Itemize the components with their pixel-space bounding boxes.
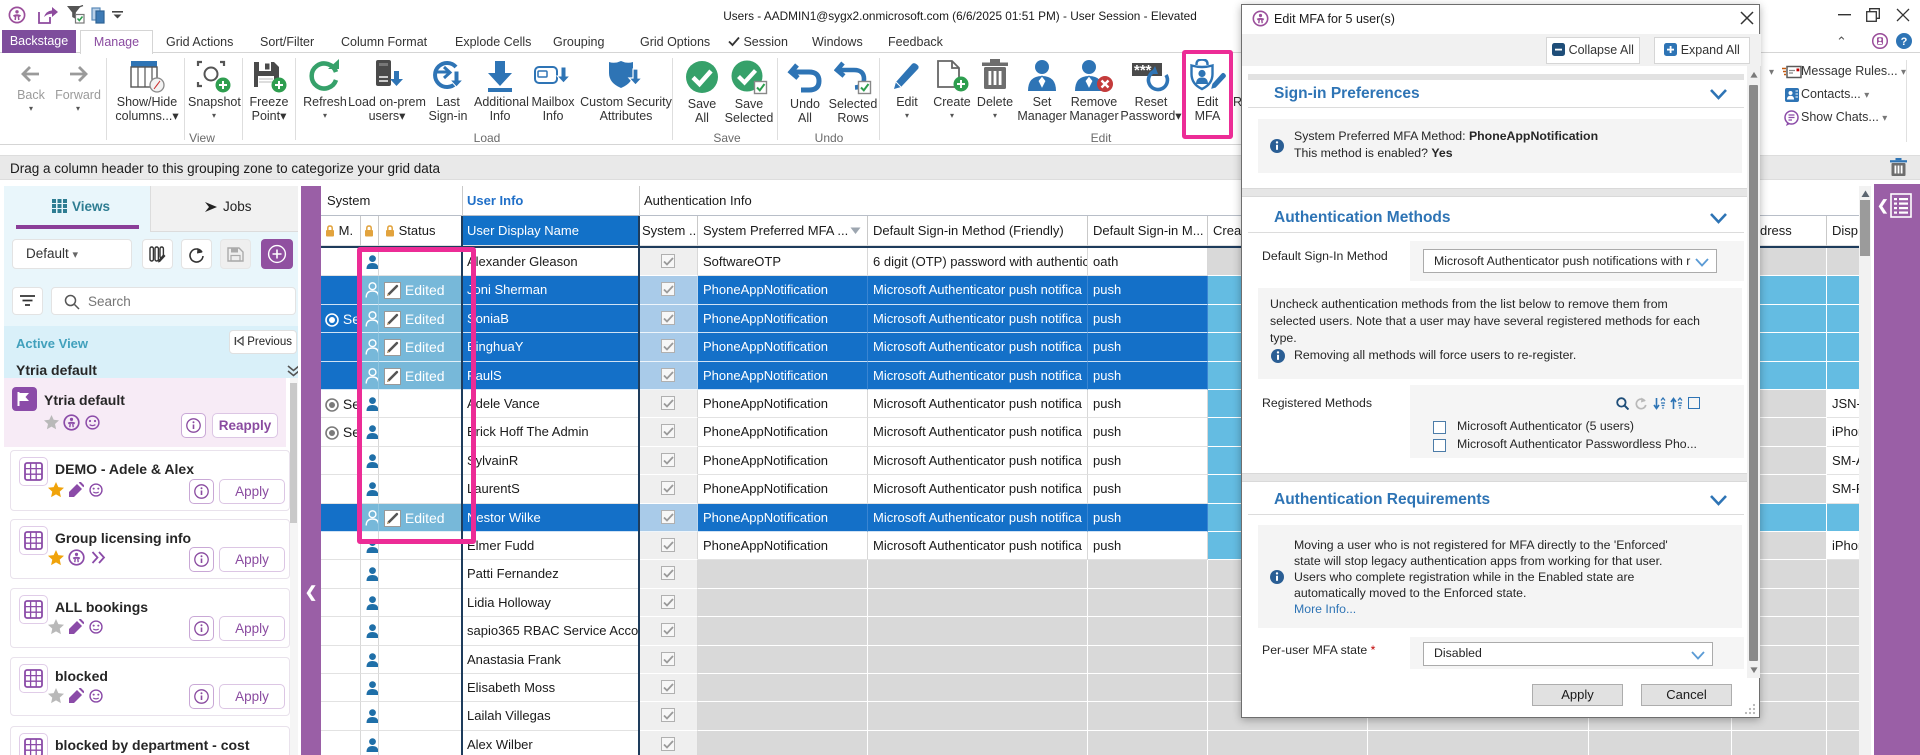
svg-text:?: ? <box>1901 36 1908 48</box>
